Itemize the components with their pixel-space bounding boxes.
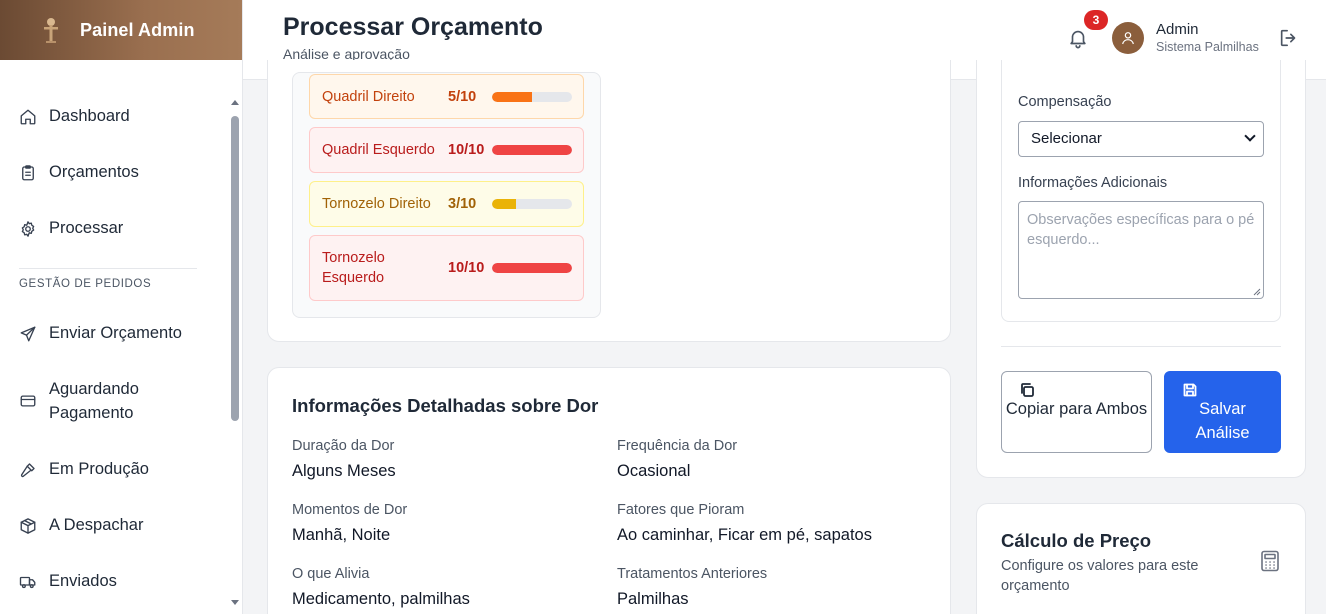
save-analysis-label: Salvar Análise — [1195, 400, 1250, 442]
pain-info-title: Informações Detalhadas sobre Dor — [292, 395, 599, 416]
user-subtitle: Sistema Palmilhas — [1156, 40, 1259, 54]
pain-bar — [492, 263, 572, 273]
sidebar: Painel Admin Dashboard Orçamentos Proces… — [0, 0, 243, 614]
pain-bar — [492, 91, 572, 102]
extra-info-textarea[interactable]: Observações específicas para o pé esquer… — [1018, 201, 1264, 299]
send-icon — [19, 325, 37, 343]
sidebar-item-label: Aguardando Pagamento — [49, 380, 139, 422]
field-value: Ocasional — [617, 462, 691, 480]
scroll-up-arrow[interactable] — [231, 100, 239, 105]
pain-score: 3/10 — [448, 196, 477, 212]
sidebar-item-a-despachar[interactable]: A Despachar — [0, 516, 230, 537]
pain-score: 10/10 — [448, 260, 485, 276]
sidebar-scrollbar[interactable] — [229, 96, 241, 614]
pain-item: Quadril Esquerdo 10/10 — [309, 127, 584, 173]
scroll-down-arrow[interactable] — [231, 600, 239, 605]
sidebar-item-aguardando-pagamento[interactable]: Aguardando Pagamento — [0, 380, 230, 425]
truck-icon — [19, 573, 37, 591]
pain-bar-fill — [492, 263, 572, 273]
calculator-icon — [1260, 550, 1280, 572]
field-label: Momentos de Dor — [292, 502, 408, 518]
compensation-label: Compensação — [1018, 94, 1112, 110]
user-icon — [1122, 32, 1134, 45]
price-subtitle: Configure os valores para este orçamento — [1001, 558, 1199, 594]
copy-to-both-label: Copiar para Ambos — [1005, 400, 1148, 418]
copy-icon — [1019, 381, 1035, 397]
bell-icon[interactable] — [1067, 27, 1089, 49]
pain-item: Quadril Direito 5/10 — [309, 74, 584, 119]
page-title: Processar Orçamento — [283, 13, 543, 41]
sidebar-item-label: A Despachar — [49, 516, 144, 534]
pain-score: 5/10 — [448, 88, 477, 105]
extra-info-label: Informações Adicionais — [1018, 175, 1168, 191]
field-label: Fatores que Pioram — [617, 502, 745, 518]
home-icon — [19, 108, 37, 126]
brand-header: Painel Admin — [0, 0, 242, 60]
divider — [1001, 346, 1281, 347]
logout-icon[interactable] — [1278, 27, 1300, 49]
field-label: Frequência da Dor — [617, 438, 738, 454]
field-value: Medicamento, palmilhas — [292, 590, 470, 608]
pain-bar-fill — [492, 91, 532, 102]
logo-icon — [38, 15, 64, 45]
field-value: Ao caminhar, Ficar em pé, sapatos — [617, 526, 872, 544]
sidebar-item-label: Enviados — [49, 572, 117, 590]
pain-item: Tornozelo Esquerdo 10/10 — [309, 235, 584, 301]
pain-bar-fill — [492, 145, 572, 155]
hammer-icon — [19, 461, 37, 479]
extra-info-placeholder: Observações específicas para o pé esquer… — [1027, 212, 1255, 248]
sidebar-item-enviar-orcamento[interactable]: Enviar Orçamento — [0, 324, 230, 345]
field-label: O que Alivia — [292, 566, 370, 582]
sidebar-item-processar[interactable]: Processar — [0, 219, 230, 240]
pain-score: 10/10 — [448, 142, 485, 158]
brand-title: Painel Admin — [80, 19, 195, 40]
save-icon — [1182, 381, 1198, 397]
pain-name: Quadril Direito — [322, 88, 415, 105]
pain-bar — [492, 145, 572, 155]
field-value: Manhã, Noite — [292, 526, 391, 544]
price-title: Cálculo de Preço — [1001, 530, 1152, 551]
sidebar-section-title: GESTÃO DE PEDIDOS — [19, 278, 152, 290]
pain-bar — [492, 199, 572, 209]
field-label: Duração da Dor — [292, 438, 395, 454]
sidebar-divider — [19, 268, 197, 269]
field-label: Tratamentos Anteriores — [617, 566, 768, 582]
notification-badge: 3 — [1084, 10, 1108, 30]
sidebar-item-label: Enviar Orçamento — [49, 324, 182, 342]
pain-bar-fill — [492, 199, 516, 209]
sidebar-item-em-producao[interactable]: Em Produção — [0, 460, 230, 481]
pain-name: Tornozelo Esquerdo — [322, 250, 385, 286]
pain-name: Quadril Esquerdo — [322, 142, 435, 158]
sidebar-item-label: Processar — [49, 219, 124, 237]
scroll-thumb[interactable] — [231, 116, 239, 421]
field-value: Palmilhas — [617, 590, 689, 608]
avatar[interactable] — [1112, 22, 1144, 54]
compensation-select[interactable]: Selecionar — [1018, 121, 1264, 157]
pain-name: Tornozelo Direito — [322, 196, 431, 212]
sidebar-item-label: Orçamentos — [49, 163, 139, 181]
compensation-selected-value: Selecionar — [1031, 130, 1102, 147]
sidebar-item-label: Em Produção — [49, 460, 149, 478]
sidebar-item-enviados[interactable]: Enviados — [0, 572, 230, 593]
clipboard-icon — [19, 164, 37, 182]
chevron-down-icon — [1244, 130, 1256, 142]
resize-handle-icon[interactable] — [1253, 288, 1261, 296]
field-value: Alguns Meses — [292, 462, 396, 480]
sidebar-item-label: Dashboard — [49, 107, 130, 125]
credit-card-icon — [19, 392, 37, 410]
copy-to-both-button[interactable]: Copiar para Ambos — [1001, 371, 1152, 453]
user-name: Admin — [1156, 21, 1199, 38]
gear-icon — [19, 220, 37, 238]
save-analysis-button[interactable]: Salvar Análise — [1164, 371, 1281, 453]
pain-item: Tornozelo Direito 3/10 — [309, 181, 584, 227]
sidebar-item-dashboard[interactable]: Dashboard — [0, 107, 230, 128]
sidebar-item-orcamentos[interactable]: Orçamentos — [0, 163, 230, 184]
package-icon — [19, 517, 37, 535]
